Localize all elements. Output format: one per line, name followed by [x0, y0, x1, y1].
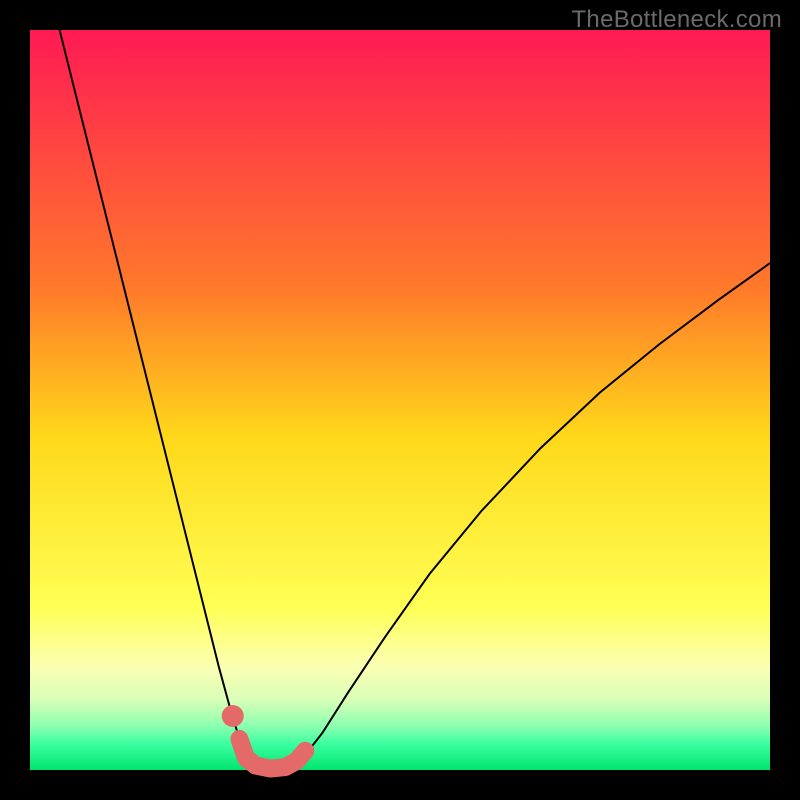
optimal-dot	[222, 705, 244, 727]
plot-background	[30, 30, 770, 770]
watermark-text: TheBottleneck.com	[571, 6, 782, 34]
marker-group	[222, 705, 244, 727]
bottleneck-chart	[0, 0, 800, 800]
chart-container: TheBottleneck.com	[0, 0, 800, 800]
